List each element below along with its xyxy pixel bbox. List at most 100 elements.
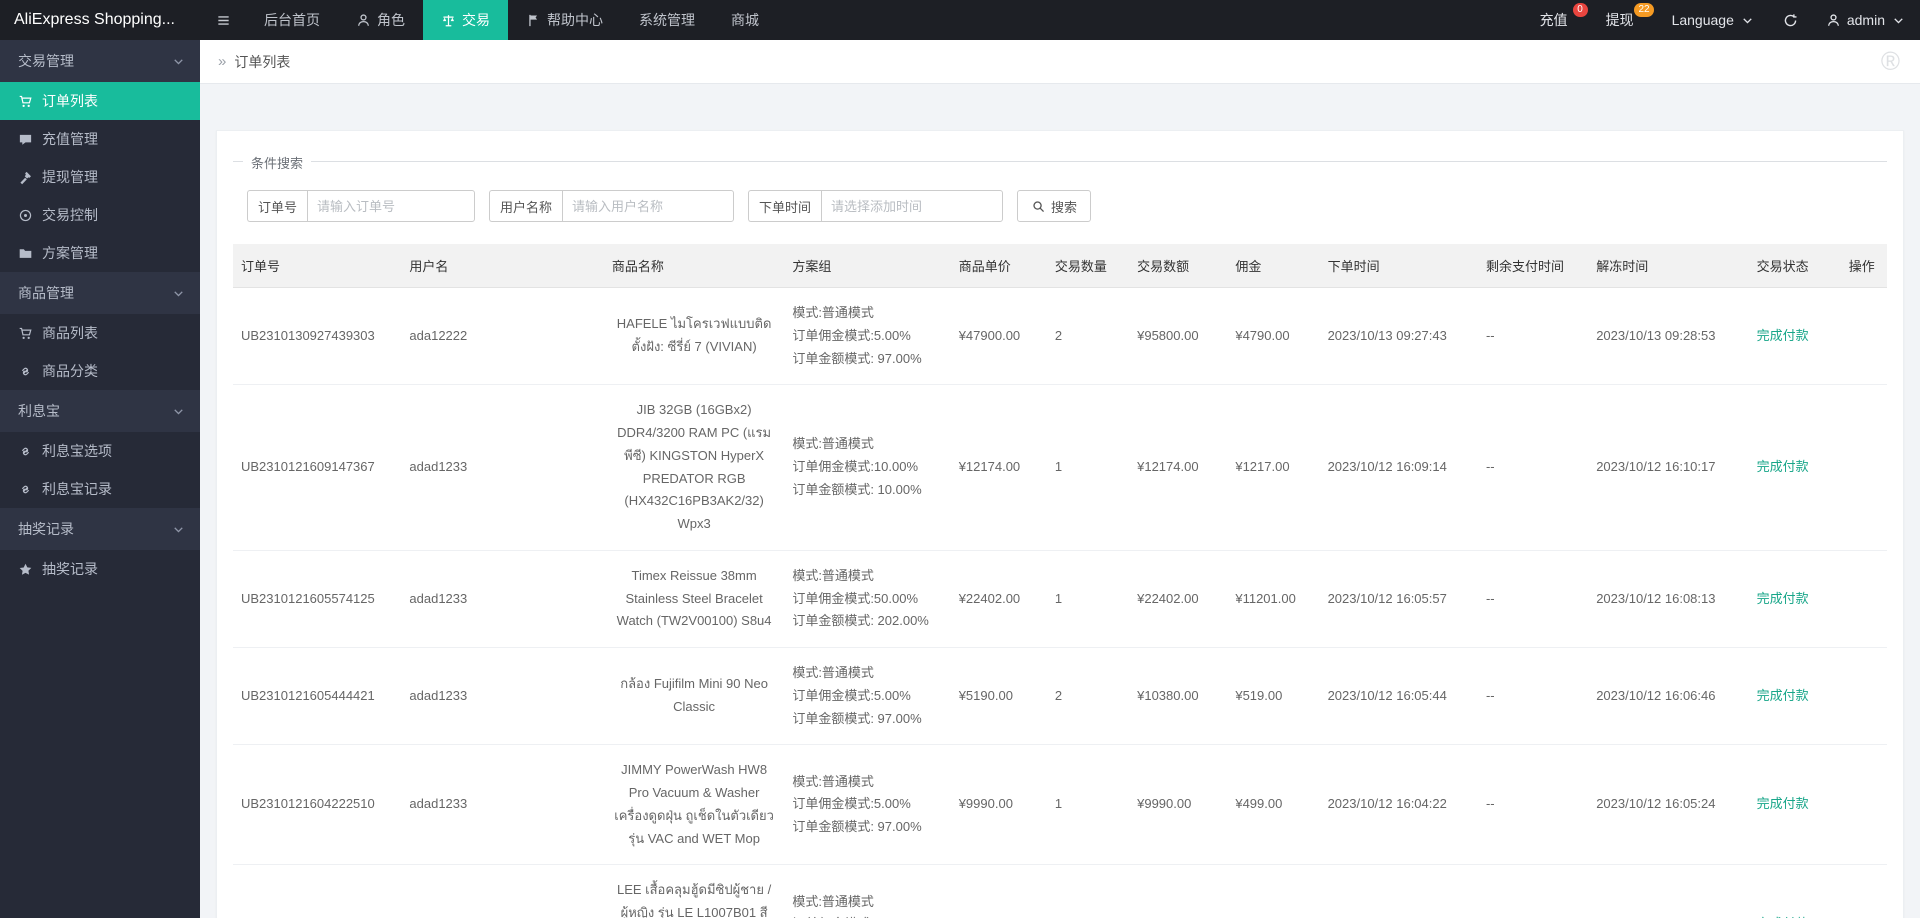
nav-item-system[interactable]: 系统管理: [621, 0, 713, 40]
sidebar-item[interactable]: 商品列表: [0, 314, 200, 352]
caret-icon: [171, 286, 186, 301]
person-icon: [357, 13, 370, 26]
quantity-cell: 2: [1046, 647, 1130, 746]
sidebar-item[interactable]: 订单列表: [0, 82, 200, 120]
status-cell: 完成付款: [1748, 864, 1841, 918]
order-time-filter: 下单时间: [748, 190, 1004, 222]
sidebar: 交易管理订单列表充值管理 提现管理 交易控制方案管理商品管理商品列表商品分类利息宝利…: [0, 40, 200, 918]
hammer-icon: [18, 170, 33, 185]
col-plan: 方案组: [784, 244, 951, 288]
user-menu[interactable]: admin: [1812, 0, 1920, 40]
nav-item-mall[interactable]: 商城: [713, 0, 777, 40]
flag-icon: [529, 14, 538, 26]
sidebar-group-label: 利息宝: [18, 403, 60, 419]
sidebar-item[interactable]: 方案管理: [0, 234, 200, 272]
actions-cell: [1840, 744, 1887, 866]
caret-icon: [171, 54, 186, 69]
sidebar-item-label: 方案管理: [42, 245, 98, 261]
table-row[interactable]: UB2310121605444421 adad1233 กล้อง Fujifi…: [233, 647, 1887, 746]
col-quantity: 交易数量: [1046, 244, 1130, 288]
withdraw-nav-button[interactable]: 提现 22: [1592, 0, 1658, 40]
sidebar-group-header[interactable]: 交易管理: [0, 40, 200, 82]
breadcrumb: » 订单列表: [200, 40, 1920, 84]
col-status: 交易状态: [1748, 244, 1841, 288]
unit-price-cell: ¥999.00: [950, 864, 1047, 918]
table-row[interactable]: UB2310121550293861 adad1233 LEE เสื้อคลุ…: [233, 864, 1887, 918]
product-name-cell: LEE เสื้อคลุมฮู้ดมีซิปผู้ชาย / ผู้หญิง ร…: [603, 864, 785, 918]
sidebar-item-label: 商品列表: [42, 325, 98, 341]
top-navbar: AliExpress Shopping... 后台首页 角色 交易 帮助中心 系…: [0, 0, 1920, 40]
nav-item-trade[interactable]: 交易: [423, 0, 508, 40]
table-row[interactable]: UB2310121609147367 adad1233 JIB 32GB (16…: [233, 384, 1887, 551]
star-icon: [19, 563, 32, 575]
recharge-label: 充值: [1539, 12, 1568, 28]
sidebar-group-header[interactable]: 利息宝: [0, 390, 200, 432]
sidebar-group-header[interactable]: 抽奖记录: [0, 508, 200, 550]
sidebar-group-label: 抽奖记录: [18, 521, 74, 537]
sidebar-item[interactable]: 利息宝选项: [0, 432, 200, 470]
link-icon: [21, 367, 30, 375]
breadcrumb-arrow-icon: »: [218, 53, 227, 70]
link-icon: [18, 364, 33, 379]
flag-icon: [526, 13, 541, 28]
order-no-input[interactable]: [307, 190, 476, 222]
order-time-input[interactable]: [821, 190, 1004, 222]
plan-group-cell: 模式:普通模式 订单佣金模式:50.00% 订单金额模式: 202.00%: [784, 550, 951, 649]
sidebar-toggle-button[interactable]: [200, 0, 246, 40]
actions-cell: [1840, 384, 1887, 551]
table-row[interactable]: UB2310121604222510 adad1233 JIMMY PowerW…: [233, 744, 1887, 866]
circle-icon: [19, 209, 32, 221]
username-filter: 用户名称: [489, 190, 735, 222]
main-area: » 订单列表 条件搜索 订单号 用户名称: [200, 40, 1920, 918]
table-row[interactable]: UB2310121605574125 adad1233 Timex Reissu…: [233, 550, 1887, 649]
sidebar-group-header[interactable]: 商品管理: [0, 272, 200, 314]
order-no-filter: 订单号: [247, 190, 476, 222]
status-cell: 完成付款: [1748, 647, 1841, 746]
sidebar-item[interactable]: 充值管理: [0, 120, 200, 158]
refresh-button[interactable]: [1769, 0, 1812, 40]
sidebar-item[interactable]: 利息宝记录: [0, 470, 200, 508]
sidebar-item[interactable]: 交易控制: [0, 196, 200, 234]
product-name-cell: HAFELE ไมโครเวฟแบบติดตั้งฝัง: ซีรี่ย์ 7 …: [603, 287, 785, 386]
remaining-pay-time-cell: --: [1477, 384, 1589, 551]
table-row[interactable]: UB2310130927439303 ada12222 HAFELE ไมโคร…: [233, 287, 1887, 386]
actions-cell: [1840, 864, 1887, 918]
username-input[interactable]: [562, 190, 735, 222]
caret-icon: [1894, 17, 1903, 24]
unit-price-cell: ¥47900.00: [950, 287, 1047, 386]
content: 条件搜索 订单号 用户名称 下单时间: [200, 84, 1920, 918]
circle-icon: [18, 208, 33, 223]
cart-icon: [18, 94, 33, 109]
product-name-cell: กล้อง Fujifilm Mini 90 Neo Classic: [603, 647, 785, 746]
order-time-cell: 2023/10/12 15:50:29: [1319, 864, 1478, 918]
nav-item-help-center[interactable]: 帮助中心: [508, 0, 621, 40]
sidebar-item[interactable]: 商品分类: [0, 352, 200, 390]
amount-cell: ¥9990.00: [1129, 744, 1228, 866]
hamburger-icon: [217, 15, 229, 25]
caret-icon: [171, 522, 186, 537]
remaining-pay-time-cell: --: [1477, 864, 1589, 918]
app-logo[interactable]: AliExpress Shopping...: [0, 0, 200, 40]
language-label: Language: [1671, 12, 1734, 28]
plan-group-cell: 模式:普通模式 订单佣金模式:10.00% 订单金额模式: 10.00%: [784, 384, 951, 551]
caret-icon: [174, 58, 183, 65]
nav-item-roles-label: 角色: [377, 12, 405, 28]
commission-cell: ¥519.00: [1227, 647, 1320, 746]
nav-item-roles[interactable]: 角色: [338, 0, 423, 40]
sidebar-item-label: 订单列表: [42, 93, 98, 109]
sidebar-item[interactable]: 抽奖记录: [0, 550, 200, 588]
language-dropdown[interactable]: Language: [1658, 0, 1769, 40]
unit-price-cell: ¥12174.00: [950, 384, 1047, 551]
link-icon: [18, 482, 33, 497]
plan-group-cell: 模式:普通模式 订单佣金模式:5.00% 订单金额模式: 97.00%: [784, 647, 951, 746]
nav-item-home[interactable]: 后台首页: [246, 0, 338, 40]
search-button-label: 搜索: [1051, 199, 1078, 215]
search-icon: [1033, 200, 1045, 212]
orders-table-wrap: 订单号 用户名 商品名称 方案组 商品单价 交易数量 交易数额 佣金 下单时间 …: [233, 244, 1887, 918]
amount-cell: ¥22402.00: [1129, 550, 1228, 649]
unfreeze-time-cell: 2023/10/12 16:10:17: [1588, 384, 1749, 551]
recharge-nav-button[interactable]: 充值 0: [1526, 0, 1592, 40]
search-button[interactable]: 搜索: [1017, 190, 1092, 222]
link-icon: [21, 485, 30, 493]
sidebar-item[interactable]: 提现管理: [0, 158, 200, 196]
